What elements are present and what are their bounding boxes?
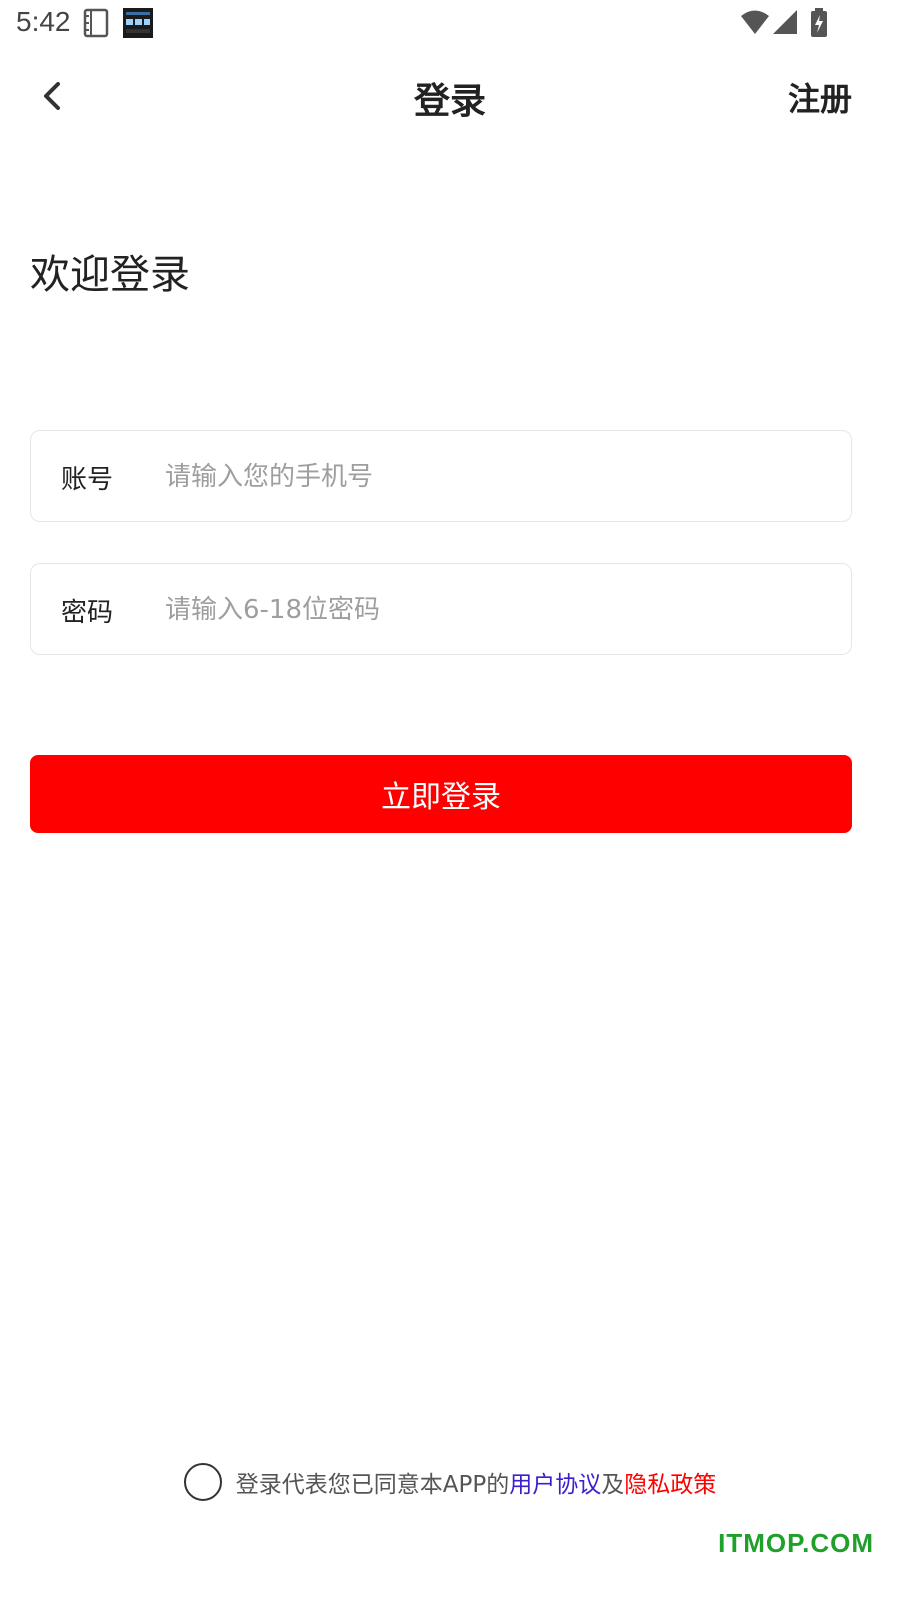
agree-checkbox[interactable] bbox=[183, 1463, 222, 1501]
terms-link[interactable]: 用户协议 bbox=[509, 1472, 601, 1498]
agreement-text: 登录代表您已同意本APP的用户协议及隐私政策 bbox=[236, 1465, 716, 1499]
register-link[interactable]: 注册 bbox=[788, 74, 852, 120]
signal-icon bbox=[772, 8, 798, 40]
agreement-row: 登录代表您已同意本APP的用户协议及隐私政策 bbox=[0, 1461, 900, 1503]
status-time: 5:42 bbox=[16, 6, 71, 37]
welcome-heading: 欢迎登录 bbox=[30, 252, 190, 298]
battery-charging-icon bbox=[810, 8, 828, 42]
page-title: 登录 bbox=[413, 81, 486, 122]
login-button[interactable]: 立即登录 bbox=[30, 755, 852, 833]
notes-icon bbox=[82, 8, 110, 42]
account-input[interactable] bbox=[163, 451, 827, 503]
account-field: 账号 bbox=[30, 430, 852, 522]
nav-bar: 登录 注册 bbox=[0, 56, 900, 136]
status-bar: 5:42 bbox=[0, 0, 900, 48]
password-label: 密码 bbox=[61, 598, 114, 628]
password-field: 密码 bbox=[30, 563, 852, 655]
agreement-prefix: 登录代表您已同意本APP的 bbox=[235, 1472, 510, 1498]
password-input[interactable] bbox=[163, 584, 827, 636]
wifi-icon bbox=[740, 8, 770, 40]
agreement-joiner: 及 bbox=[601, 1472, 625, 1498]
watermark: ITMOP.COM bbox=[718, 1528, 874, 1558]
clock-widget-icon bbox=[123, 8, 153, 42]
account-label: 账号 bbox=[61, 465, 114, 495]
privacy-link[interactable]: 隐私政策 bbox=[624, 1472, 716, 1498]
